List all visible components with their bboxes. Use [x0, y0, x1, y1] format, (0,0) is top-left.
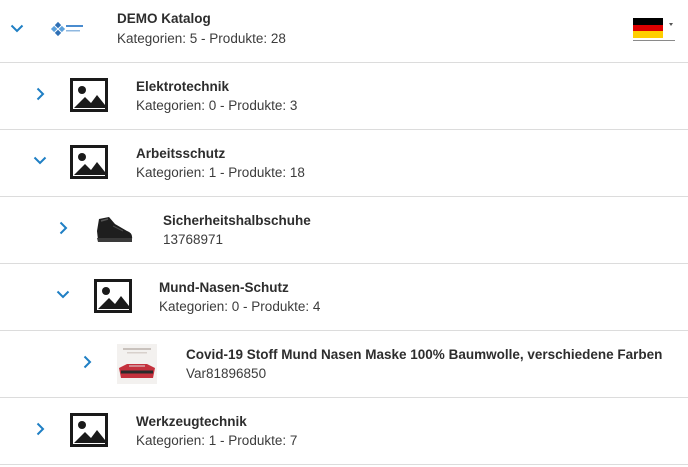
- tree-row-elektrotechnik[interactable]: Elektrotechnik Kategorien: 0 - Produkte:…: [0, 63, 688, 130]
- catalog-root-row[interactable]: DEMO Katalog Kategorien: 5 - Produkte: 2…: [0, 0, 688, 63]
- row-subtitle: 13768971: [163, 232, 224, 247]
- chevron-down-icon[interactable]: [29, 149, 51, 171]
- image-placeholder-icon: [94, 279, 132, 313]
- caret-down-icon[interactable]: [669, 23, 673, 26]
- row-subtitle: Var81896850: [186, 366, 267, 381]
- language-select-underline: [633, 40, 675, 41]
- chevron-right-icon[interactable]: [52, 217, 74, 239]
- row-title: Sicherheitshalbschuhe: [163, 213, 311, 228]
- german-flag-icon[interactable]: [633, 18, 663, 38]
- tree-row-arbeitsschutz[interactable]: Arbeitsschutz Kategorien: 1 - Produkte: …: [0, 130, 688, 197]
- row-title: Arbeitsschutz: [136, 146, 226, 161]
- tree-row-mund-nasen-schutz[interactable]: Mund-Nasen-Schutz Kategorien: 0 - Produk…: [0, 264, 688, 331]
- row-subtitle: Kategorien: 0 - Produkte: 4: [159, 299, 321, 314]
- row-title: Covid-19 Stoff Mund Nasen Maske 100% Bau…: [186, 347, 663, 362]
- image-placeholder-icon: [70, 78, 108, 112]
- image-placeholder-icon: [70, 413, 108, 447]
- tree-row-sicherheitshalbschuhe[interactable]: Sicherheitshalbschuhe 13768971: [0, 197, 688, 264]
- chevron-right-icon[interactable]: [29, 83, 51, 105]
- tree-row-covid-mask[interactable]: Covid-19 Stoff Mund Nasen Maske 100% Bau…: [0, 331, 688, 398]
- row-title: Elektrotechnik: [136, 79, 230, 94]
- chevron-right-icon[interactable]: [76, 351, 98, 373]
- company-logo: [49, 10, 87, 48]
- row-subtitle: Kategorien: 0 - Produkte: 3: [136, 98, 298, 113]
- catalog-subtitle: Kategorien: 5 - Produkte: 28: [117, 31, 286, 46]
- chevron-down-icon[interactable]: [6, 17, 28, 39]
- row-subtitle: Kategorien: 1 - Produkte: 18: [136, 165, 305, 180]
- chevron-right-icon[interactable]: [29, 418, 51, 440]
- row-title: Mund-Nasen-Schutz: [159, 280, 289, 295]
- image-placeholder-icon: [70, 145, 108, 179]
- catalog-title: DEMO Katalog: [117, 11, 211, 26]
- row-subtitle: Kategorien: 1 - Produkte: 7: [136, 433, 298, 448]
- chevron-down-icon[interactable]: [52, 283, 74, 305]
- row-title: Werkzeugtechnik: [136, 414, 247, 429]
- safety-shoe-photo: [93, 209, 135, 249]
- catalog-tree: DEMO Katalog Kategorien: 5 - Produkte: 2…: [0, 0, 688, 467]
- tree-row-werkzeugtechnik[interactable]: Werkzeugtechnik Kategorien: 1 - Produkte…: [0, 398, 688, 465]
- face-mask-photo: [117, 344, 157, 384]
